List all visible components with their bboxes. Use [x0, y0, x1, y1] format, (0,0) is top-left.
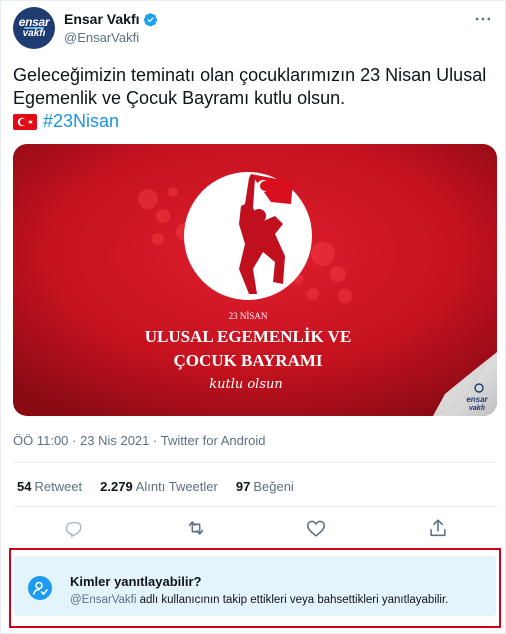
- reply-icon[interactable]: [63, 517, 85, 539]
- tweet-stats: 54 Retweet 2.279 Alıntı Tweetler 97 Beğeni: [17, 479, 312, 494]
- tweet-source[interactable]: Twitter for Android: [161, 433, 266, 448]
- avatar-text-bottom: vakfı: [22, 28, 46, 39]
- tweet-text-block: Geleceğimizin teminatı olan çocuklarımız…: [13, 64, 495, 133]
- tweet-actions: [13, 513, 497, 543]
- reply-settings-text: adlı kullanıcının takip ettikleri veya b…: [136, 594, 449, 606]
- avatar[interactable]: ensar vakfı: [13, 7, 55, 49]
- quotes-stat[interactable]: 2.279 Alıntı Tweetler: [100, 479, 218, 494]
- verified-badge-icon: [143, 12, 157, 26]
- tweet-meta: ÖÖ 11:00 · 23 Nis 2021 · Twitter for And…: [13, 433, 266, 448]
- retweets-stat[interactable]: 54 Retweet: [17, 479, 82, 494]
- corner-logo-bottom: vakfı: [469, 405, 485, 412]
- reply-settings-title: Kimler yanıtlayabilir?: [70, 574, 202, 589]
- likes-stat[interactable]: 97 Beğeni: [236, 479, 294, 494]
- reply-settings-highlight: Kimler yanıtlayabilir? @EnsarVakfi adlı …: [9, 548, 501, 628]
- divider: [13, 462, 497, 463]
- likes-count: 97: [235, 479, 251, 494]
- media-title-line1: ULUSAL EGEMENLİK VE: [145, 327, 352, 346]
- author-handle[interactable]: @EnsarVakfi: [64, 30, 139, 45]
- tweet-media-image[interactable]: 23 NİSAN ULUSAL EGEMENLİK VE ÇOCUK BAYRA…: [13, 144, 497, 416]
- meta-separator: ·: [72, 433, 77, 448]
- reply-settings-handle[interactable]: @EnsarVakfi: [70, 594, 136, 606]
- name-row: Ensar Vakfı: [64, 11, 158, 27]
- share-icon[interactable]: [427, 517, 449, 539]
- more-options-icon[interactable]: [473, 9, 493, 29]
- tweet-date[interactable]: 23 Nis 2021: [80, 433, 149, 448]
- tweet-card: ensar vakfı Ensar Vakfı @EnsarVakfi Gele…: [0, 0, 506, 634]
- hashtag-row: #23Nisan: [13, 110, 495, 133]
- retweet-icon[interactable]: [185, 517, 207, 539]
- meta-separator: ·: [153, 433, 158, 448]
- tweet-time[interactable]: ÖÖ 11:00: [13, 433, 68, 448]
- media-date-line: 23 NİSAN: [229, 311, 268, 321]
- reply-settings-description: @EnsarVakfi adlı kullanıcının takip etti…: [70, 594, 448, 606]
- tweet-text: Geleceğimizin teminatı olan çocuklarımız…: [13, 65, 487, 108]
- tweet-header: ensar vakfı Ensar Vakfı @EnsarVakfi: [13, 7, 497, 51]
- quotes-count: 2.279: [100, 479, 133, 494]
- likes-label: Beğeni: [253, 479, 294, 494]
- reply-settings-banner: Kimler yanıtlayabilir? @EnsarVakfi adlı …: [14, 556, 496, 616]
- retweets-label: Retweet: [34, 479, 83, 494]
- media-title-line2: ÇOCUK BAYRAMI: [173, 351, 322, 370]
- reply-settings-icon: [28, 576, 52, 600]
- quotes-label: Alıntı Tweetler: [135, 479, 218, 494]
- media-banner: 23 NİSAN ULUSAL EGEMENLİK VE ÇOCUK BAYRA…: [13, 144, 497, 416]
- display-name[interactable]: Ensar Vakfı: [64, 11, 140, 27]
- media-script-line: kutlu olsun: [209, 377, 283, 392]
- retweets-count: 54: [17, 479, 32, 494]
- like-icon[interactable]: [305, 517, 327, 539]
- corner-logo-top: ensar: [466, 395, 488, 404]
- divider: [13, 506, 497, 507]
- turkish-flag-icon: [13, 113, 37, 130]
- hashtag-link[interactable]: #23Nisan: [43, 110, 119, 133]
